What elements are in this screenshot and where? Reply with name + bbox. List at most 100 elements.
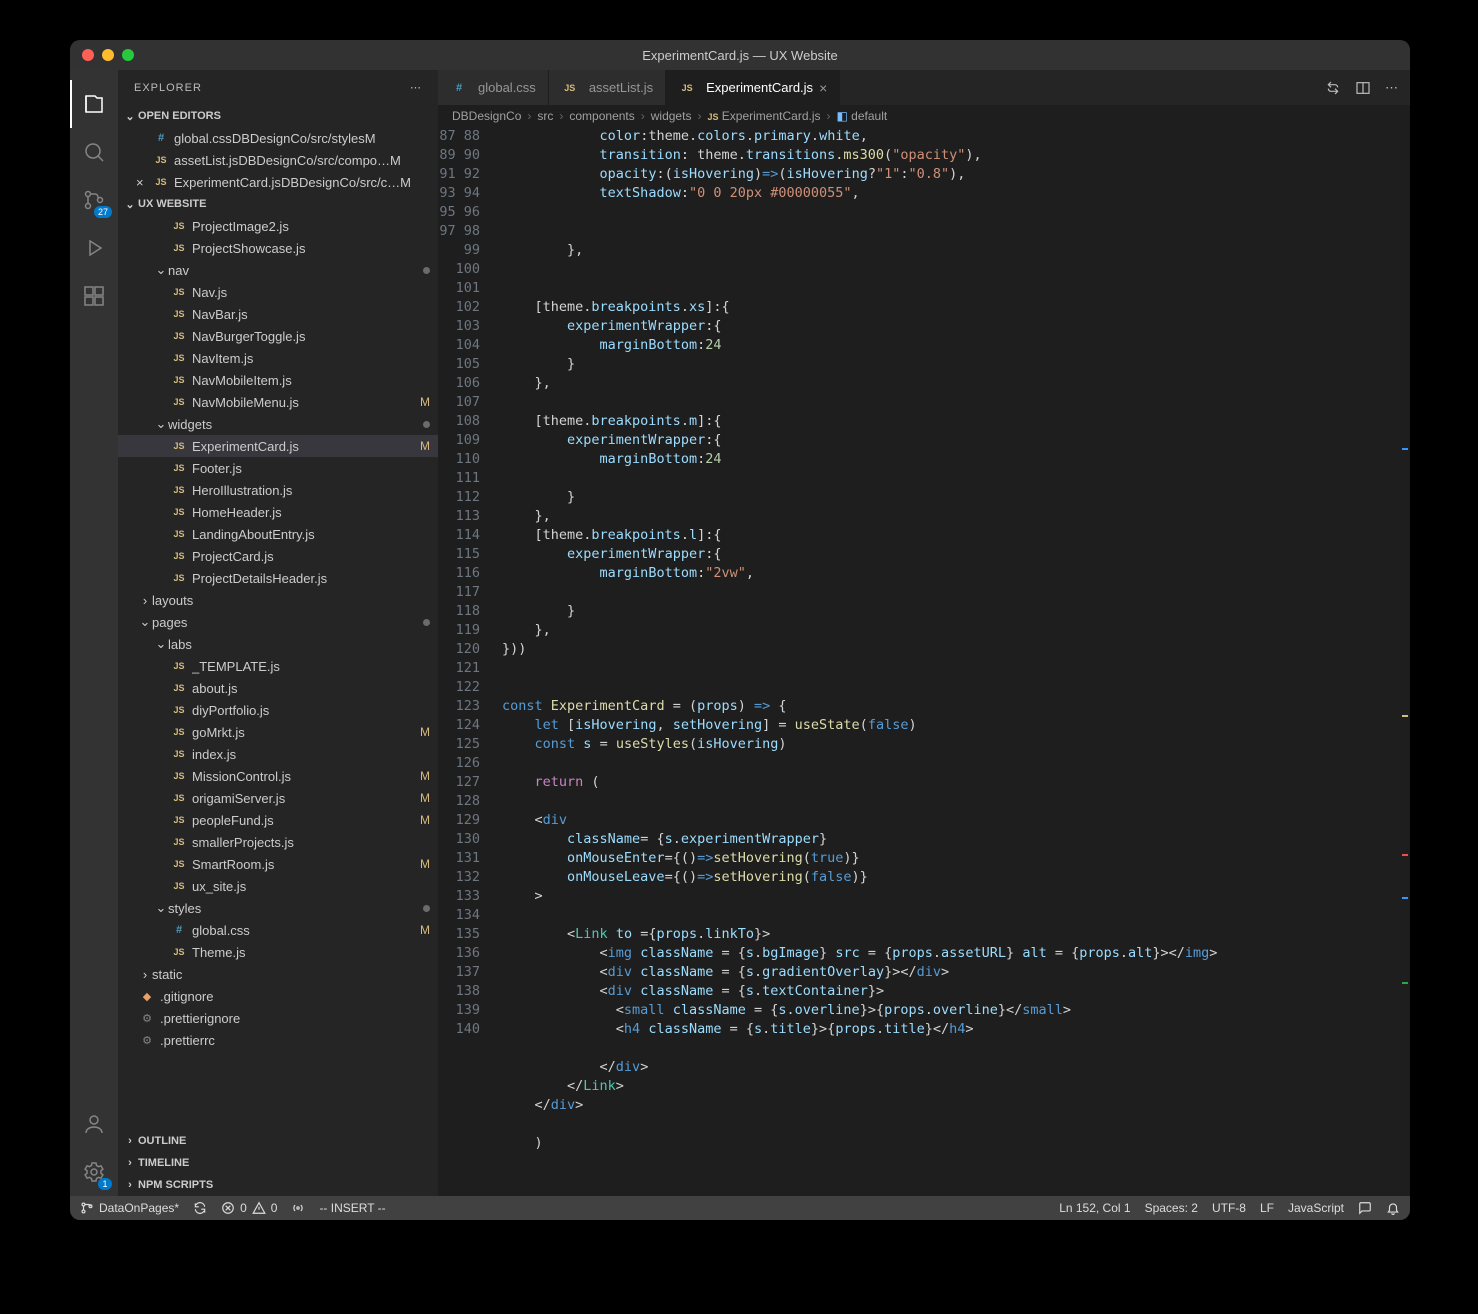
breadcrumbs[interactable]: DBDesignCo›src›components›widgets›JS Exp… bbox=[438, 105, 1410, 127]
file-item[interactable]: JSProjectDetailsHeader.js bbox=[118, 567, 438, 589]
modified-indicator: M bbox=[416, 923, 430, 937]
section-timeline[interactable]: › TIMELINE bbox=[118, 1152, 438, 1174]
file-item[interactable]: JSTheme.js bbox=[118, 941, 438, 963]
file-item[interactable]: JSNavItem.js bbox=[118, 347, 438, 369]
folder-item[interactable]: labs bbox=[118, 633, 438, 655]
close-icon[interactable]: × bbox=[136, 175, 150, 190]
settings-gear-icon[interactable]: 1 bbox=[70, 1148, 118, 1196]
file-item[interactable]: ◆.gitignore bbox=[118, 985, 438, 1007]
language-mode[interactable]: JavaScript bbox=[1288, 1201, 1344, 1215]
file-item[interactable]: JSExperimentCard.jsM bbox=[118, 435, 438, 457]
breadcrumb-item[interactable]: widgets bbox=[651, 109, 692, 123]
file-item[interactable]: JS_TEMPLATE.js bbox=[118, 655, 438, 677]
broadcast-icon[interactable] bbox=[291, 1201, 305, 1215]
file-item[interactable]: JSNavMobileItem.js bbox=[118, 369, 438, 391]
file-item[interactable]: JSsmallerProjects.js bbox=[118, 831, 438, 853]
folder-item[interactable]: widgets bbox=[118, 413, 438, 435]
file-item[interactable]: JSNavMobileMenu.jsM bbox=[118, 391, 438, 413]
open-editor-item[interactable]: ×#global.cssDBDesignCo/src/stylesM bbox=[118, 127, 438, 149]
sidebar-more-icon[interactable]: ⋯ bbox=[410, 81, 422, 94]
open-editor-item[interactable]: ×JSExperimentCard.jsDBDesignCo/src/c…M bbox=[118, 171, 438, 193]
file-item[interactable]: JSNavBar.js bbox=[118, 303, 438, 325]
indent-setting[interactable]: Spaces: 2 bbox=[1145, 1201, 1198, 1215]
breadcrumb-item[interactable]: JS ExperimentCard.js bbox=[707, 109, 820, 123]
maximize-window-icon[interactable] bbox=[122, 49, 134, 61]
file-item[interactable]: JSSmartRoom.jsM bbox=[118, 853, 438, 875]
activity-bar: 27 1 bbox=[70, 70, 118, 1196]
folder-name: static bbox=[152, 967, 182, 982]
minimap[interactable] bbox=[1390, 127, 1410, 1196]
config-file-icon: ⚙ bbox=[138, 1034, 156, 1047]
file-tree[interactable]: JSProjectImage2.jsJSProjectShowcase.jsna… bbox=[118, 215, 438, 1130]
editor-tab[interactable]: #global.css bbox=[438, 70, 549, 105]
file-item[interactable]: JSMissionControl.jsM bbox=[118, 765, 438, 787]
file-item[interactable]: JSabout.js bbox=[118, 677, 438, 699]
titlebar[interactable]: ExperimentCard.js — UX Website bbox=[70, 40, 1410, 70]
editor-tab[interactable]: JSassetList.js bbox=[549, 70, 666, 105]
extensions-icon[interactable] bbox=[70, 272, 118, 320]
file-name: global.css bbox=[192, 923, 250, 938]
js-file-icon: JS bbox=[170, 859, 188, 869]
breadcrumb-item[interactable]: src bbox=[537, 109, 553, 123]
file-item[interactable]: JSProjectShowcase.js bbox=[118, 237, 438, 259]
file-item[interactable]: JSorigamiServer.jsM bbox=[118, 787, 438, 809]
file-item[interactable]: JSProjectImage2.js bbox=[118, 215, 438, 237]
breadcrumb-item[interactable]: DBDesignCo bbox=[452, 109, 521, 123]
section-workspace[interactable]: ⌄ UX WEBSITE bbox=[118, 193, 438, 215]
eol[interactable]: LF bbox=[1260, 1201, 1274, 1215]
file-item[interactable]: ⚙.prettierignore bbox=[118, 1007, 438, 1029]
split-editor-icon[interactable] bbox=[1355, 80, 1371, 96]
close-window-icon[interactable] bbox=[82, 49, 94, 61]
file-name: .gitignore bbox=[160, 989, 213, 1004]
breadcrumb-item[interactable]: components bbox=[569, 109, 634, 123]
problems[interactable]: 0 0 bbox=[221, 1201, 277, 1215]
accounts-icon[interactable] bbox=[70, 1100, 118, 1148]
encoding[interactable]: UTF-8 bbox=[1212, 1201, 1246, 1215]
sync-icon[interactable] bbox=[193, 1201, 207, 1215]
search-icon[interactable] bbox=[70, 128, 118, 176]
code-area[interactable]: color:theme.colors.primary.white, transi… bbox=[494, 127, 1390, 1196]
feedback-icon[interactable] bbox=[1358, 1201, 1372, 1215]
file-item[interactable]: ⚙.prettierrc bbox=[118, 1029, 438, 1051]
close-icon[interactable]: × bbox=[819, 80, 827, 96]
git-branch[interactable]: DataOnPages* bbox=[80, 1201, 179, 1215]
more-actions-icon[interactable]: ⋯ bbox=[1385, 80, 1398, 96]
file-item[interactable]: JSNavBurgerToggle.js bbox=[118, 325, 438, 347]
folder-item[interactable]: layouts bbox=[118, 589, 438, 611]
file-item[interactable]: JSLandingAboutEntry.js bbox=[118, 523, 438, 545]
folder-item[interactable]: static bbox=[118, 963, 438, 985]
editor-body[interactable]: 87 88 89 90 91 92 93 94 95 96 97 98 99 1… bbox=[438, 127, 1410, 1196]
breadcrumb-item[interactable]: ◧ default bbox=[837, 109, 888, 123]
file-item[interactable]: JSFooter.js bbox=[118, 457, 438, 479]
file-item[interactable]: JSNav.js bbox=[118, 281, 438, 303]
chevron-down-icon bbox=[138, 614, 152, 630]
open-editor-item[interactable]: ×JSassetList.jsDBDesignCo/src/compo…M bbox=[118, 149, 438, 171]
file-item[interactable]: JSpeopleFund.jsM bbox=[118, 809, 438, 831]
bell-icon[interactable] bbox=[1386, 1201, 1400, 1215]
chevron-right-icon: › bbox=[641, 109, 645, 123]
file-item[interactable]: JSHeroIllustration.js bbox=[118, 479, 438, 501]
explorer-icon[interactable] bbox=[70, 80, 118, 128]
section-outline[interactable]: › OUTLINE bbox=[118, 1130, 438, 1152]
file-name: smallerProjects.js bbox=[192, 835, 294, 850]
compare-changes-icon[interactable] bbox=[1325, 80, 1341, 96]
section-open-editors[interactable]: ⌄ OPEN EDITORS bbox=[118, 105, 438, 127]
folder-item[interactable]: pages bbox=[118, 611, 438, 633]
folder-item[interactable]: nav bbox=[118, 259, 438, 281]
file-item[interactable]: JSHomeHeader.js bbox=[118, 501, 438, 523]
source-control-icon[interactable]: 27 bbox=[70, 176, 118, 224]
minimize-window-icon[interactable] bbox=[102, 49, 114, 61]
run-debug-icon[interactable] bbox=[70, 224, 118, 272]
cursor-position[interactable]: Ln 152, Col 1 bbox=[1059, 1201, 1130, 1215]
editor-tab[interactable]: JSExperimentCard.js× bbox=[666, 70, 840, 105]
file-item[interactable]: JSProjectCard.js bbox=[118, 545, 438, 567]
file-item[interactable]: JSdiyPortfolio.js bbox=[118, 699, 438, 721]
folder-item[interactable]: styles bbox=[118, 897, 438, 919]
file-item[interactable]: JSindex.js bbox=[118, 743, 438, 765]
file-item[interactable]: #global.cssM bbox=[118, 919, 438, 941]
file-item[interactable]: JSgoMrkt.jsM bbox=[118, 721, 438, 743]
js-file-icon: JS bbox=[170, 529, 188, 539]
chevron-right-icon: › bbox=[122, 1179, 138, 1191]
file-item[interactable]: JSux_site.js bbox=[118, 875, 438, 897]
section-npm-scripts[interactable]: › NPM SCRIPTS bbox=[118, 1174, 438, 1196]
